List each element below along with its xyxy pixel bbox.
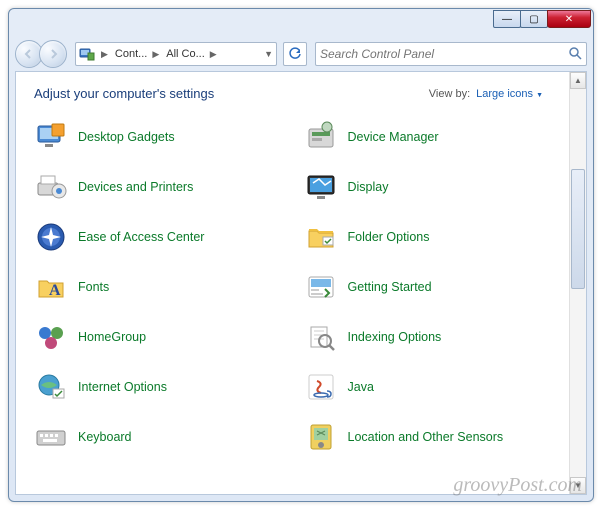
nav-toolbar: ▶ Cont... ▶ All Co... ▶ ▼: [9, 37, 593, 71]
window-buttons: — ▢ ✕: [494, 10, 591, 28]
forward-button[interactable]: [39, 40, 67, 68]
location-icon: [304, 420, 338, 454]
search-box[interactable]: [315, 42, 587, 66]
item-label: Devices and Printers: [78, 180, 193, 194]
internet-options-icon: [34, 370, 68, 404]
item-indexing-options[interactable]: Indexing Options: [304, 319, 564, 355]
gadgets-icon: [34, 120, 68, 154]
devices-printers-icon: [34, 170, 68, 204]
display-icon: [304, 170, 338, 204]
java-icon: [304, 370, 338, 404]
items-grid: Desktop Gadgets Device Manager Devices a…: [34, 119, 563, 455]
item-label: Internet Options: [78, 380, 167, 394]
item-label: Fonts: [78, 280, 109, 294]
chevron-right-icon: ▶: [98, 49, 111, 60]
chevron-up-icon: ▲: [574, 76, 582, 85]
item-label: Getting Started: [348, 280, 432, 294]
item-fonts[interactable]: A Fonts: [34, 269, 294, 305]
close-icon: ✕: [565, 14, 573, 25]
view-by-value: Large icons: [476, 88, 533, 100]
folder-options-icon: [304, 220, 338, 254]
minimize-icon: —: [502, 14, 512, 25]
item-homegroup[interactable]: HomeGroup: [34, 319, 294, 355]
getting-started-icon: [304, 270, 338, 304]
item-label: Ease of Access Center: [78, 230, 204, 244]
breadcrumb[interactable]: ▶ Cont... ▶ All Co... ▶ ▼: [75, 42, 277, 66]
chevron-down-icon: ▼: [574, 481, 582, 490]
item-folder-options[interactable]: Folder Options: [304, 219, 564, 255]
nav-buttons: [15, 40, 63, 68]
close-button[interactable]: ✕: [547, 10, 591, 28]
item-device-manager[interactable]: Device Manager: [304, 119, 564, 155]
breadcrumb-seg-1[interactable]: Cont...: [111, 48, 149, 60]
control-panel-icon: [78, 45, 96, 63]
chevron-down-icon[interactable]: ▼: [261, 49, 276, 59]
view-by: View by: Large icons ▼: [429, 88, 543, 100]
scroll-thumb[interactable]: [571, 169, 585, 289]
maximize-button[interactable]: ▢: [520, 10, 548, 28]
breadcrumb-seg-2[interactable]: All Co...: [162, 48, 207, 60]
item-ease-of-access[interactable]: Ease of Access Center: [34, 219, 294, 255]
item-label: Java: [348, 380, 374, 394]
item-devices-printers[interactable]: Devices and Printers: [34, 169, 294, 205]
item-label: Indexing Options: [348, 330, 442, 344]
item-internet-options[interactable]: Internet Options: [34, 369, 294, 405]
content: Adjust your computer's settings View by:…: [16, 72, 569, 494]
refresh-icon: [288, 47, 302, 61]
item-java[interactable]: Java: [304, 369, 564, 405]
item-label: Desktop Gadgets: [78, 130, 175, 144]
keyboard-icon: [34, 420, 68, 454]
indexing-icon: [304, 320, 338, 354]
minimize-button[interactable]: —: [493, 10, 521, 28]
titlebar: — ▢ ✕: [9, 9, 593, 37]
item-label: Display: [348, 180, 389, 194]
chevron-down-icon: ▼: [536, 92, 543, 99]
item-keyboard[interactable]: Keyboard: [34, 419, 294, 455]
content-pane: Adjust your computer's settings View by:…: [15, 71, 587, 495]
svg-text:A: A: [49, 282, 61, 299]
fonts-icon: A: [34, 270, 68, 304]
item-label: Location and Other Sensors: [348, 430, 504, 444]
content-header: Adjust your computer's settings View by:…: [34, 86, 563, 101]
item-label: Keyboard: [78, 430, 132, 444]
homegroup-icon: [34, 320, 68, 354]
chevron-right-icon: ▶: [207, 49, 220, 60]
scroll-track[interactable]: [570, 89, 586, 477]
item-getting-started[interactable]: Getting Started: [304, 269, 564, 305]
scroll-down-button[interactable]: ▼: [570, 477, 586, 494]
refresh-button[interactable]: [283, 42, 307, 66]
device-manager-icon: [304, 120, 338, 154]
view-by-dropdown[interactable]: Large icons ▼: [476, 88, 543, 100]
chevron-right-icon: ▶: [149, 49, 162, 60]
scroll-up-button[interactable]: ▲: [570, 72, 586, 89]
item-display[interactable]: Display: [304, 169, 564, 205]
item-label: Folder Options: [348, 230, 430, 244]
forward-arrow-icon: [47, 48, 59, 60]
item-desktop-gadgets[interactable]: Desktop Gadgets: [34, 119, 294, 155]
maximize-icon: ▢: [529, 14, 538, 25]
page-title: Adjust your computer's settings: [34, 86, 214, 101]
ease-of-access-icon: [34, 220, 68, 254]
scrollbar[interactable]: ▲ ▼: [569, 72, 586, 494]
search-input[interactable]: [320, 47, 568, 61]
view-by-label: View by:: [429, 88, 470, 100]
window-frame: — ▢ ✕ ▶ Cont... ▶ All Co... ▶ ▼: [8, 8, 594, 502]
item-label: Device Manager: [348, 130, 439, 144]
search-icon[interactable]: [568, 46, 582, 63]
item-location-sensors[interactable]: Location and Other Sensors: [304, 419, 564, 455]
item-label: HomeGroup: [78, 330, 146, 344]
back-arrow-icon: [23, 48, 35, 60]
